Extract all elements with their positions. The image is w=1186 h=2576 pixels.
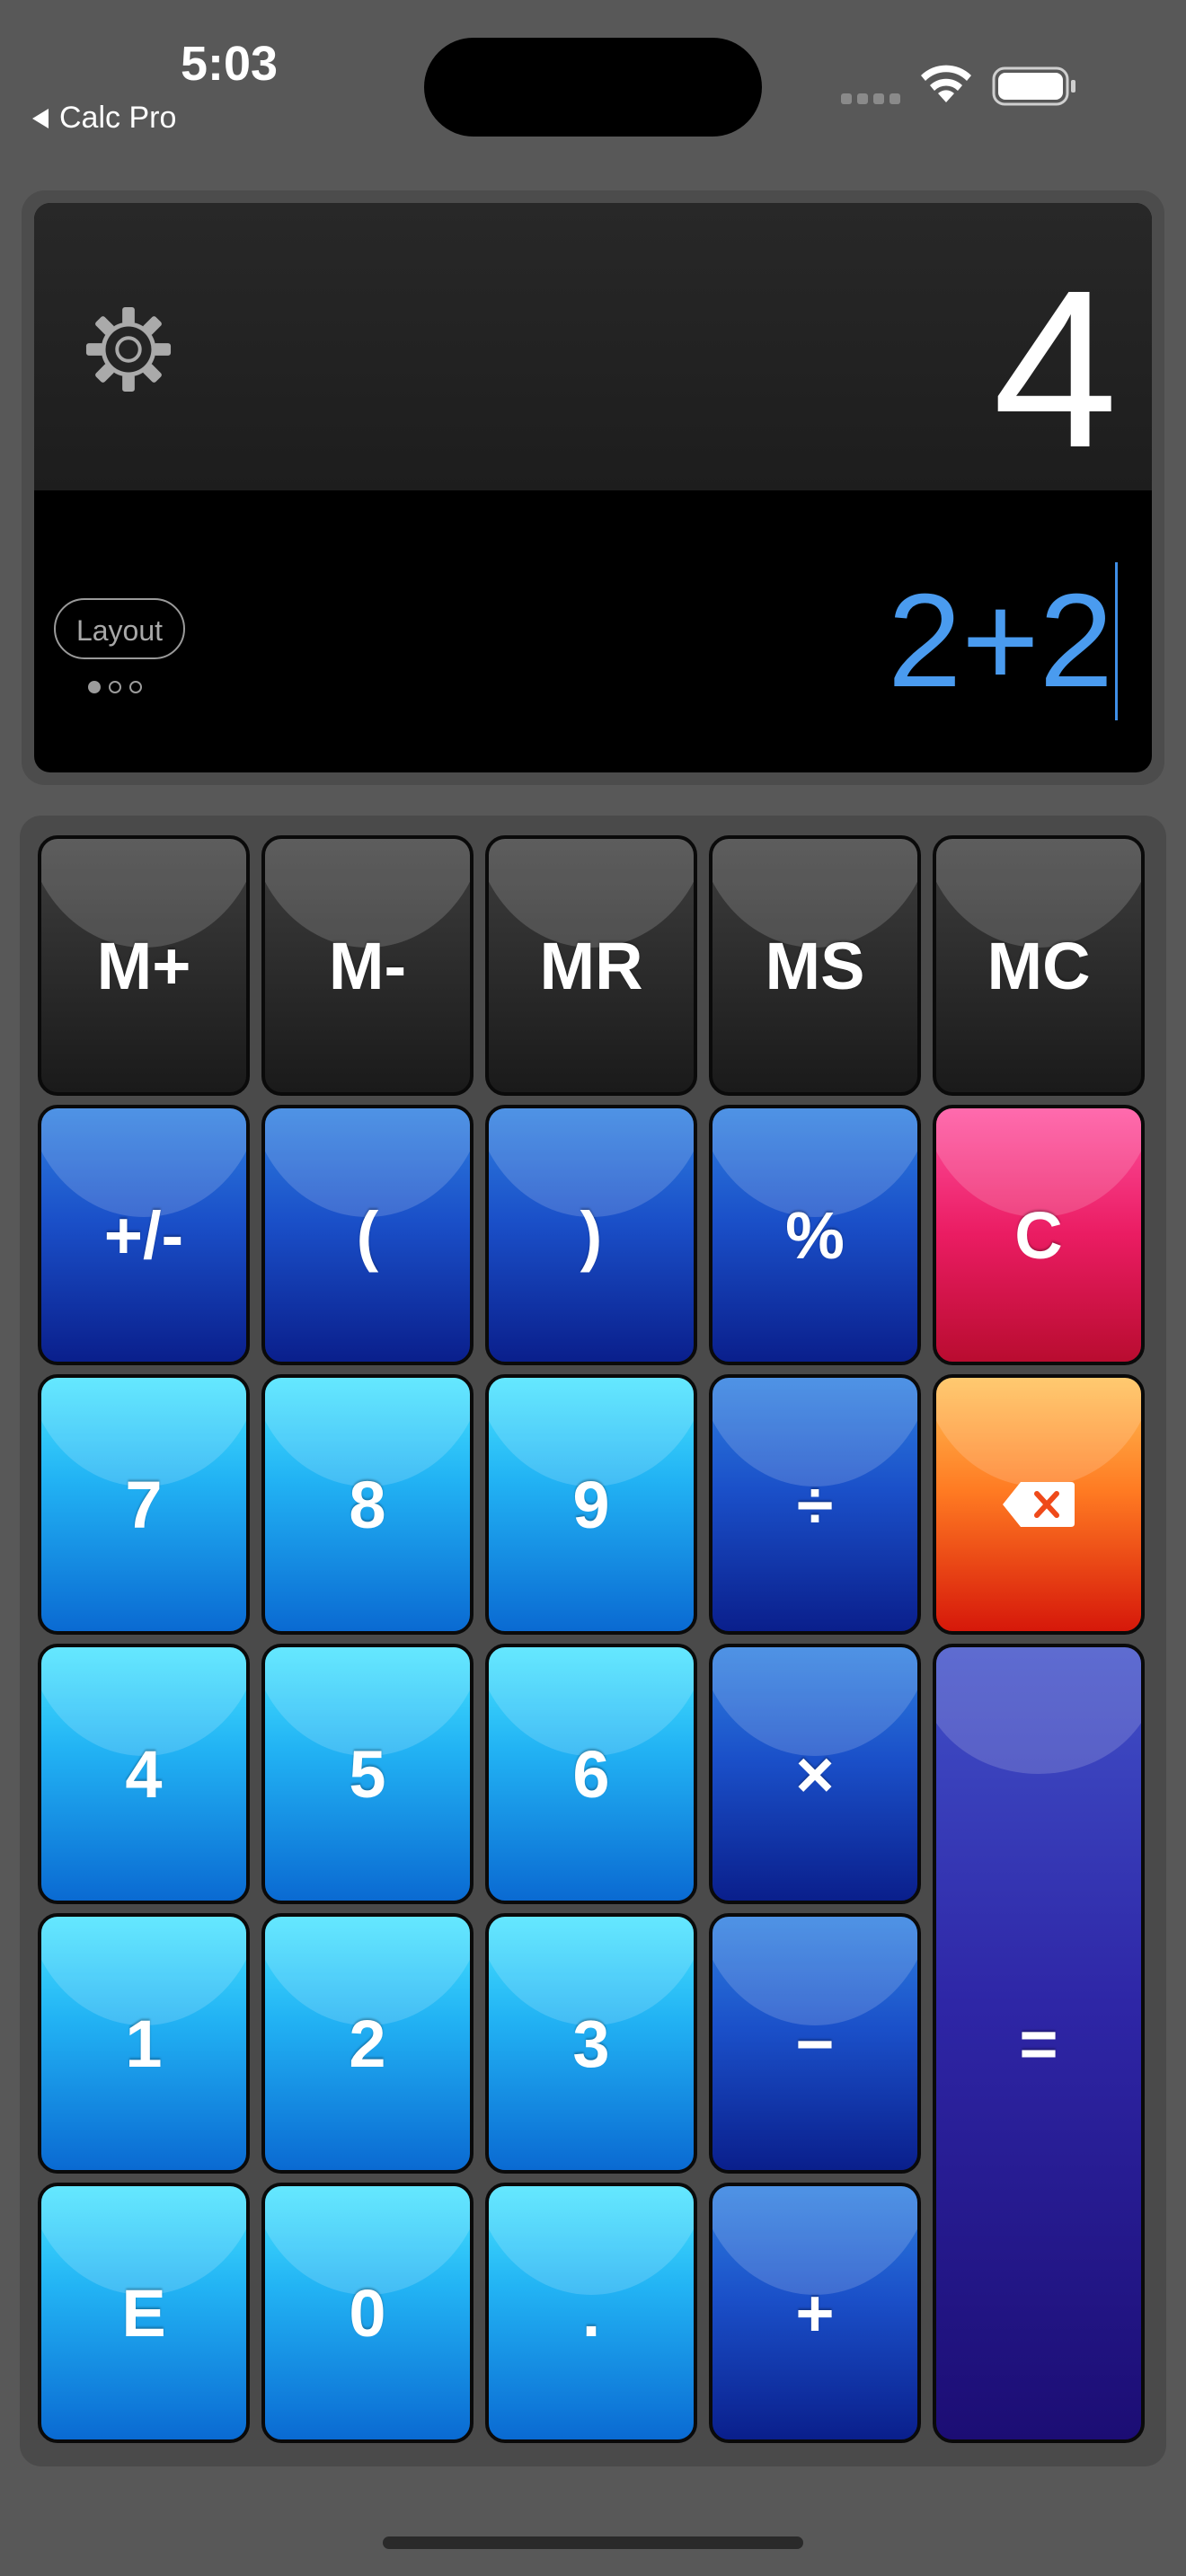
digit-2-button[interactable]: 2 — [261, 1913, 474, 2174]
dynamic-island — [424, 38, 762, 137]
digit-4-button[interactable]: 4 — [38, 1644, 250, 1904]
m-minus-button[interactable]: M- — [261, 835, 474, 1096]
digit-8-button[interactable]: 8 — [261, 1374, 474, 1635]
digit-0-button[interactable]: 0 — [261, 2183, 474, 2443]
clear-button[interactable]: C — [933, 1105, 1145, 1365]
digit-6-button[interactable]: 6 — [485, 1644, 697, 1904]
result-display: 4 — [992, 243, 1118, 494]
m-plus-button[interactable]: M+ — [38, 835, 250, 1096]
wifi-icon — [921, 65, 971, 102]
back-app-label: Calc Pro — [59, 101, 177, 135]
plus-minus-button[interactable]: +/- — [38, 1105, 250, 1365]
display-panel: 4 2+2 Layout — [22, 190, 1164, 785]
layout-button[interactable]: Layout — [54, 598, 185, 659]
page-dot-2 — [109, 681, 121, 693]
status-time: 5:03 — [180, 37, 279, 91]
percent-button[interactable]: % — [709, 1105, 921, 1365]
page-dot-3 — [129, 681, 142, 693]
digit-1-button[interactable]: 1 — [38, 1913, 250, 2174]
digit-5-button[interactable]: 5 — [261, 1644, 474, 1904]
expression-field[interactable]: 2+2 — [888, 562, 1118, 720]
multiply-button[interactable]: × — [709, 1644, 921, 1904]
digit-3-button[interactable]: 3 — [485, 1913, 697, 2174]
cellular-signal-icon — [841, 93, 900, 104]
divide-button[interactable]: ÷ — [709, 1374, 921, 1635]
mc-button[interactable]: MC — [933, 835, 1145, 1096]
digit-9-button[interactable]: 9 — [485, 1374, 697, 1635]
layout-page-indicator[interactable] — [88, 681, 142, 693]
plus-button[interactable]: + — [709, 2183, 921, 2443]
backspace-button[interactable] — [933, 1374, 1145, 1635]
back-arrow-icon — [32, 108, 49, 128]
gear-icon[interactable] — [84, 305, 173, 393]
equals-button[interactable]: = — [933, 1644, 1145, 2443]
mr-button[interactable]: MR — [485, 835, 697, 1096]
close-paren-button[interactable]: ) — [485, 1105, 697, 1365]
digit-7-button[interactable]: 7 — [38, 1374, 250, 1635]
open-paren-button[interactable]: ( — [261, 1105, 474, 1365]
keypad: M+ M- MR MS MC +/- ( ) % C 7 8 9 ÷ 4 5 6… — [20, 816, 1166, 2466]
minus-button[interactable]: − — [709, 1913, 921, 2174]
decimal-point-button[interactable]: . — [485, 2183, 697, 2443]
status-bar: 5:03 Calc Pro — [0, 0, 1186, 144]
text-cursor — [1115, 562, 1118, 720]
back-to-app-link[interactable]: Calc Pro — [32, 101, 176, 136]
exponent-button[interactable]: E — [38, 2183, 250, 2443]
backspace-icon — [1003, 1482, 1075, 1527]
expression-text: 2+2 — [887, 567, 1113, 715]
ms-button[interactable]: MS — [709, 835, 921, 1096]
battery-icon — [992, 66, 1075, 106]
result-area — [34, 203, 1152, 490]
page-dot-1 — [88, 681, 101, 693]
display-screen: 4 2+2 Layout — [34, 203, 1152, 772]
home-indicator[interactable] — [383, 2536, 803, 2549]
